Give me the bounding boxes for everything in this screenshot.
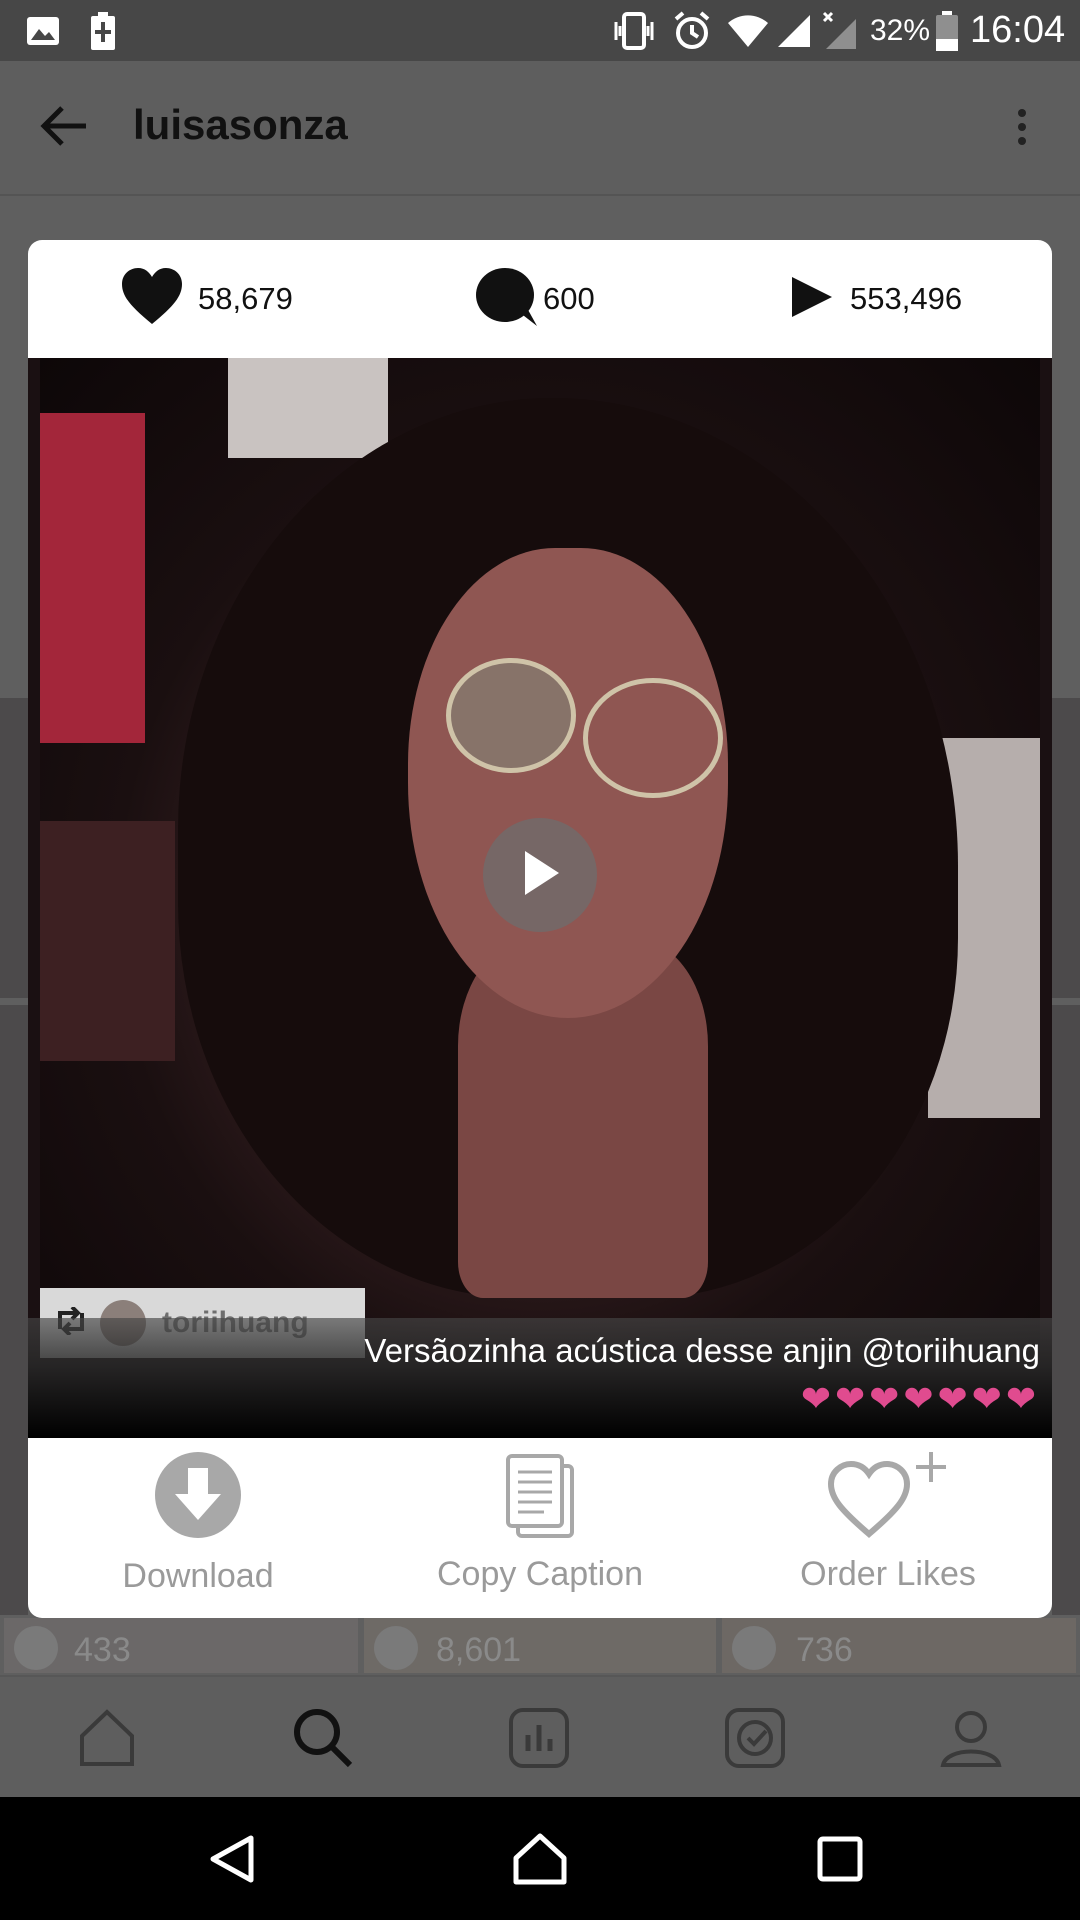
vibrate-icon — [612, 0, 656, 61]
cell-signal-2-icon — [822, 0, 858, 61]
bottom-navigation — [0, 1675, 1080, 1797]
heart-icon — [120, 267, 184, 331]
home-circle-icon[interactable] — [508, 1827, 572, 1891]
copy-caption-label: Copy Caption — [436, 1555, 643, 1593]
stats-icon[interactable] — [502, 1701, 576, 1775]
system-navigation-bar — [0, 1797, 1080, 1920]
glasses-lens — [446, 658, 576, 773]
cell-signal-icon — [776, 0, 812, 61]
battery-icon — [935, 0, 959, 61]
status-bar: 32% 16:04 — [0, 0, 1080, 61]
clock-time: 16:04 — [970, 9, 1066, 51]
order-likes-button[interactable]: Order Likes — [768, 1438, 1008, 1618]
recents-square-icon[interactable] — [808, 1827, 872, 1891]
background-poster — [40, 821, 175, 1061]
profile-username-title: luisasonza — [133, 101, 348, 148]
grid-count: 736 — [796, 1631, 853, 1669]
grid-likes-icon — [732, 1626, 776, 1670]
battery-percent: 32% — [870, 13, 931, 47]
gallery-notification-icon — [26, 0, 60, 61]
grid-likes-icon — [374, 1626, 418, 1670]
play-icon — [517, 847, 563, 904]
play-button[interactable] — [483, 818, 597, 932]
check-badge-icon[interactable] — [718, 1701, 792, 1775]
profile-icon[interactable] — [934, 1701, 1008, 1775]
comments-count: 600 — [543, 281, 595, 316]
battery-charge-notification-icon — [90, 0, 116, 61]
copy-caption-button[interactable]: Copy Caption — [420, 1438, 660, 1618]
grid-thumbnail — [1052, 1005, 1080, 1615]
search-icon[interactable] — [286, 1701, 360, 1775]
wifi-icon — [726, 0, 770, 61]
action-bar: Download Copy Caption Order Likes — [28, 1438, 1052, 1618]
post-preview-dialog: 58,679 600 553,496 Versãozinha acústica … — [28, 240, 1052, 1618]
grid-thumbnail — [0, 1005, 28, 1615]
background-poster — [228, 358, 388, 458]
post-caption: Versãozinha acústica desse anjin @toriih… — [364, 1332, 1040, 1369]
grid-likes-icon — [14, 1626, 58, 1670]
home-icon[interactable] — [70, 1701, 144, 1775]
likes-stat: 58,679 — [120, 267, 293, 331]
comments-stat: 600 — [475, 267, 595, 331]
grid-count: 8,601 — [436, 1631, 522, 1669]
app-header: luisasonza — [0, 61, 1080, 196]
grid-thumbnail — [1052, 698, 1080, 998]
likes-count: 58,679 — [198, 281, 293, 316]
post-stats-bar: 58,679 600 553,496 — [28, 240, 1052, 358]
caption-overlay: Versãozinha acústica desse anjin @toriih… — [28, 1318, 1052, 1438]
comment-bubble-icon — [475, 267, 537, 331]
alarm-icon — [672, 0, 712, 61]
grid-thumbnail — [0, 698, 28, 998]
caption-hearts: ❤❤❤❤❤❤❤ — [800, 1378, 1040, 1419]
views-stat: 553,496 — [790, 268, 962, 330]
glasses-lens — [583, 678, 723, 798]
post-video[interactable]: toriihuang Versãozinha acústica desse an… — [28, 358, 1052, 1438]
download-label: Download — [122, 1557, 274, 1595]
download-button[interactable]: Download — [98, 1438, 298, 1618]
order-likes-label: Order Likes — [800, 1555, 976, 1593]
views-count: 553,496 — [850, 281, 963, 316]
copy-document-icon — [504, 1454, 576, 1543]
grid-count: 433 — [74, 1631, 131, 1669]
more-options-icon[interactable] — [1010, 105, 1034, 154]
download-icon — [155, 1452, 241, 1543]
heart-plus-icon — [823, 1452, 953, 1543]
play-triangle-icon — [790, 275, 834, 324]
background-poster — [40, 413, 145, 743]
back-arrow-icon[interactable] — [40, 104, 90, 153]
back-triangle-icon[interactable] — [200, 1827, 264, 1891]
